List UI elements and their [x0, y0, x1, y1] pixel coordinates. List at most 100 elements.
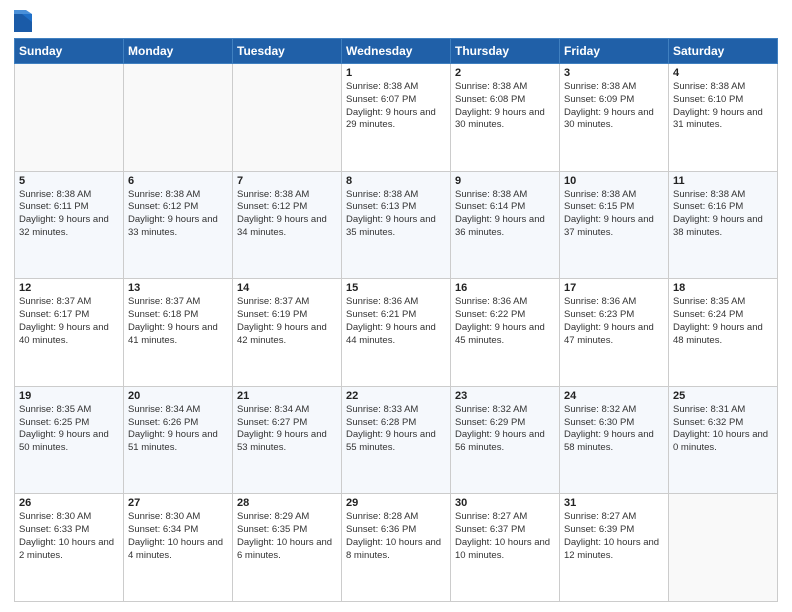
day-info: Sunrise: 8:38 AM — [673, 81, 773, 94]
day-number: 7 — [237, 175, 337, 187]
day-info: Sunrise: 8:27 AM — [455, 511, 555, 524]
day-info: Sunset: 6:19 PM — [237, 309, 337, 322]
day-number: 21 — [237, 390, 337, 402]
day-info: Sunset: 6:23 PM — [564, 309, 664, 322]
day-info: Sunset: 6:32 PM — [673, 417, 773, 430]
day-number: 31 — [564, 497, 664, 509]
day-info: Daylight: 9 hours and 29 minutes. — [346, 107, 446, 133]
col-friday: Friday — [560, 39, 669, 64]
day-info: Sunrise: 8:28 AM — [346, 511, 446, 524]
day-info: Sunset: 6:28 PM — [346, 417, 446, 430]
logo — [14, 10, 36, 32]
day-cell: 11Sunrise: 8:38 AMSunset: 6:16 PMDayligh… — [669, 171, 778, 279]
week-row-1: 1Sunrise: 8:38 AMSunset: 6:07 PMDaylight… — [15, 64, 778, 172]
day-info: Sunrise: 8:34 AM — [128, 404, 228, 417]
day-info: Sunrise: 8:38 AM — [673, 189, 773, 202]
header — [14, 10, 778, 32]
day-cell: 9Sunrise: 8:38 AMSunset: 6:14 PMDaylight… — [451, 171, 560, 279]
day-number: 2 — [455, 67, 555, 79]
page: Sunday Monday Tuesday Wednesday Thursday… — [0, 0, 792, 612]
day-info: Daylight: 10 hours and 10 minutes. — [455, 537, 555, 563]
day-info: Sunrise: 8:37 AM — [128, 296, 228, 309]
day-cell: 22Sunrise: 8:33 AMSunset: 6:28 PMDayligh… — [342, 386, 451, 494]
day-cell — [124, 64, 233, 172]
day-info: Daylight: 9 hours and 42 minutes. — [237, 322, 337, 348]
day-info: Daylight: 9 hours and 56 minutes. — [455, 429, 555, 455]
day-info: Daylight: 9 hours and 38 minutes. — [673, 214, 773, 240]
day-info: Sunrise: 8:36 AM — [564, 296, 664, 309]
day-info: Sunrise: 8:38 AM — [346, 189, 446, 202]
day-info: Sunrise: 8:32 AM — [455, 404, 555, 417]
day-cell: 21Sunrise: 8:34 AMSunset: 6:27 PMDayligh… — [233, 386, 342, 494]
day-cell: 17 Sunrise: 8:36 AMSunset: 6:23 PMDayligh… — [560, 279, 669, 387]
day-info: Sunset: 6:29 PM — [455, 417, 555, 430]
day-info: Daylight: 9 hours and 36 minutes. — [455, 214, 555, 240]
day-info: Sunset: 6:15 PM — [564, 201, 664, 214]
day-cell: 30Sunrise: 8:27 AMSunset: 6:37 PMDayligh… — [451, 494, 560, 602]
day-cell: 2 Sunrise: 8:38 AMSunset: 6:08 PMDaylight… — [451, 64, 560, 172]
day-info: Daylight: 9 hours and 37 minutes. — [564, 214, 664, 240]
day-info: Sunset: 6:11 PM — [19, 201, 119, 214]
day-info: Sunset: 6:36 PM — [346, 524, 446, 537]
day-info: Sunset: 6:16 PM — [673, 201, 773, 214]
week-row-2: 5Sunrise: 8:38 AMSunset: 6:11 PMDaylight… — [15, 171, 778, 279]
day-info: Sunrise: 8:34 AM — [237, 404, 337, 417]
day-info: Sunset: 6:25 PM — [19, 417, 119, 430]
day-cell: 26Sunrise: 8:30 AMSunset: 6:33 PMDayligh… — [15, 494, 124, 602]
day-info: Daylight: 9 hours and 58 minutes. — [564, 429, 664, 455]
day-info: Daylight: 9 hours and 44 minutes. — [346, 322, 446, 348]
day-cell: 19Sunrise: 8:35 AMSunset: 6:25 PMDayligh… — [15, 386, 124, 494]
day-info: Sunrise: 8:29 AM — [237, 511, 337, 524]
day-info: Daylight: 9 hours and 30 minutes. — [455, 107, 555, 133]
day-info: Daylight: 9 hours and 48 minutes. — [673, 322, 773, 348]
day-info: Sunrise: 8:37 AM — [19, 296, 119, 309]
day-number: 16 — [455, 282, 555, 294]
day-info: Sunset: 6:35 PM — [237, 524, 337, 537]
day-info: Daylight: 9 hours and 41 minutes. — [128, 322, 228, 348]
day-info: Sunset: 6:24 PM — [673, 309, 773, 322]
day-info: Sunrise: 8:38 AM — [237, 189, 337, 202]
day-cell: 6Sunrise: 8:38 AMSunset: 6:12 PMDaylight… — [124, 171, 233, 279]
day-cell: 23Sunrise: 8:32 AMSunset: 6:29 PMDayligh… — [451, 386, 560, 494]
day-number: 22 — [346, 390, 446, 402]
day-number: 4 — [673, 67, 773, 79]
day-info: Daylight: 9 hours and 53 minutes. — [237, 429, 337, 455]
week-row-3: 12Sunrise: 8:37 AMSunset: 6:17 PMDayligh… — [15, 279, 778, 387]
col-tuesday: Tuesday — [233, 39, 342, 64]
day-number: 15 — [346, 282, 446, 294]
day-number: 19 — [19, 390, 119, 402]
col-monday: Monday — [124, 39, 233, 64]
day-cell — [15, 64, 124, 172]
day-cell: 31Sunrise: 8:27 AMSunset: 6:39 PMDayligh… — [560, 494, 669, 602]
day-number: 1 — [346, 67, 446, 79]
day-number: 17 — [564, 282, 664, 294]
day-info: Sunrise: 8:38 AM — [19, 189, 119, 202]
col-sunday: Sunday — [15, 39, 124, 64]
day-info: Sunset: 6:12 PM — [237, 201, 337, 214]
day-info: Daylight: 9 hours and 47 minutes. — [564, 322, 664, 348]
day-info: Sunrise: 8:38 AM — [455, 81, 555, 94]
day-number: 27 — [128, 497, 228, 509]
day-info: Sunrise: 8:38 AM — [564, 189, 664, 202]
day-number: 20 — [128, 390, 228, 402]
day-cell: 29Sunrise: 8:28 AMSunset: 6:36 PMDayligh… — [342, 494, 451, 602]
day-cell: 14Sunrise: 8:37 AMSunset: 6:19 PMDayligh… — [233, 279, 342, 387]
logo-icon — [14, 10, 32, 32]
day-info: Sunrise: 8:38 AM — [346, 81, 446, 94]
day-info: Daylight: 9 hours and 31 minutes. — [673, 107, 773, 133]
day-number: 6 — [128, 175, 228, 187]
day-cell: 3Sunrise: 8:38 AMSunset: 6:09 PMDaylight… — [560, 64, 669, 172]
day-info: Sunset: 6:37 PM — [455, 524, 555, 537]
day-cell: 18 Sunrise: 8:35 AMSunset: 6:24 PMDayligh… — [669, 279, 778, 387]
day-info: Daylight: 10 hours and 0 minutes. — [673, 429, 773, 455]
day-info: Sunset: 6:12 PM — [128, 201, 228, 214]
day-info: Daylight: 10 hours and 4 minutes. — [128, 537, 228, 563]
day-info: Daylight: 9 hours and 30 minutes. — [564, 107, 664, 133]
day-number: 13 — [128, 282, 228, 294]
day-number: 26 — [19, 497, 119, 509]
day-cell — [669, 494, 778, 602]
day-number: 18 — [673, 282, 773, 294]
day-cell: 15Sunrise: 8:36 AMSunset: 6:21 PMDayligh… — [342, 279, 451, 387]
day-info: Sunrise: 8:35 AM — [673, 296, 773, 309]
day-info: Sunset: 6:08 PM — [455, 94, 555, 107]
